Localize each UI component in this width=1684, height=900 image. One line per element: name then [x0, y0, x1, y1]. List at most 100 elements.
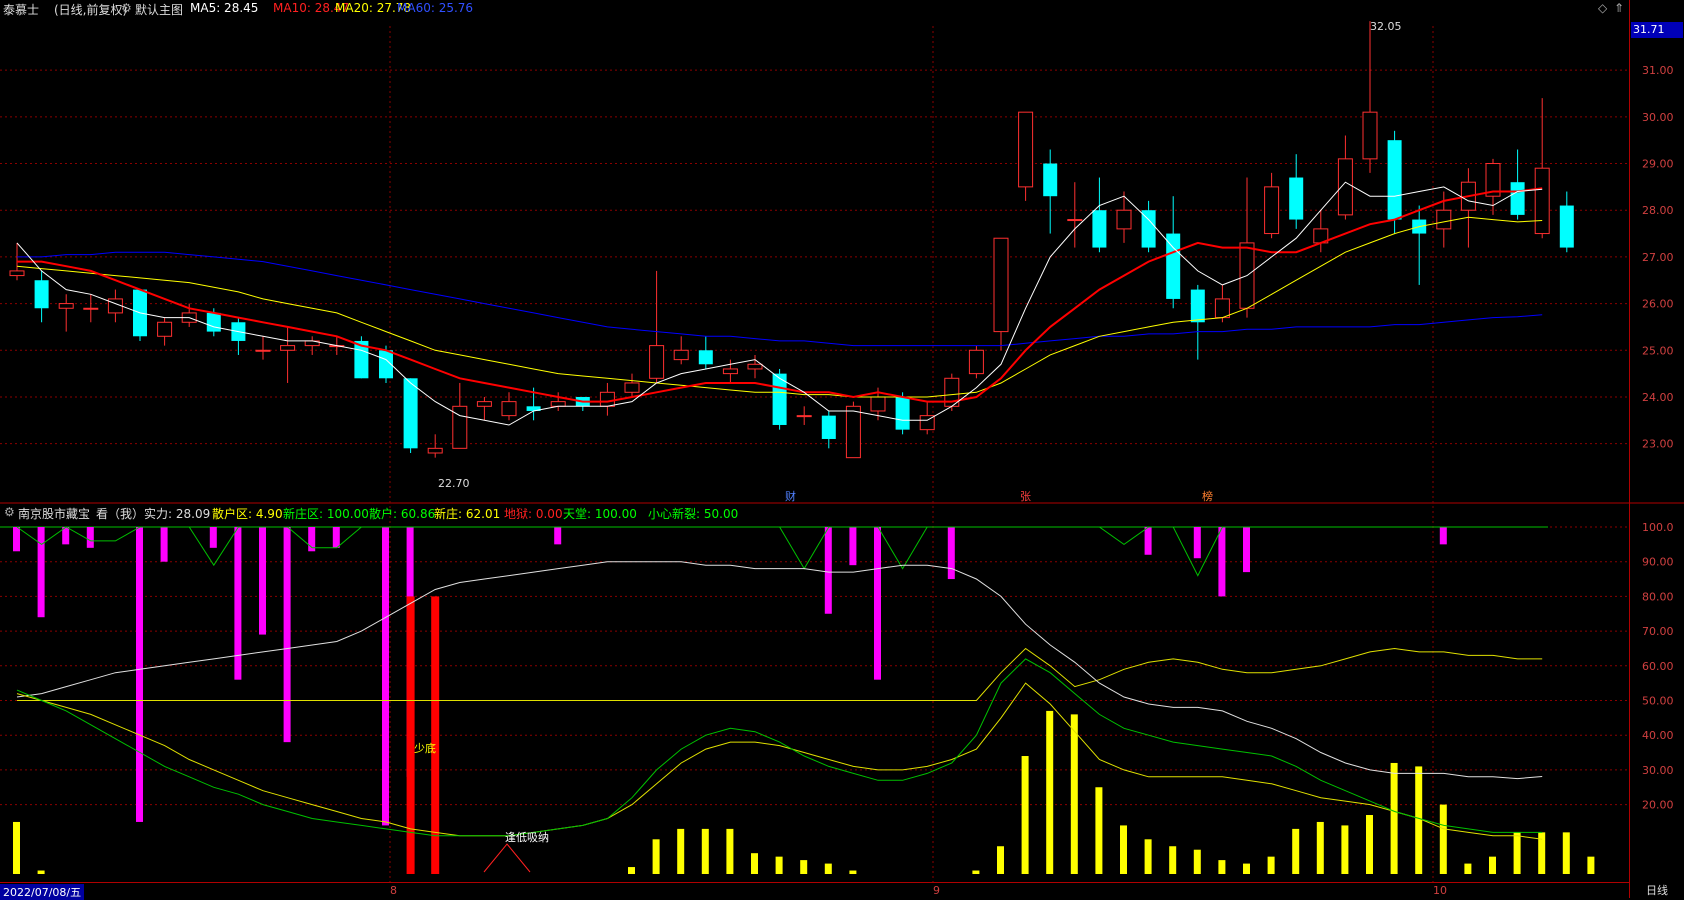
- yellow-bar: [1316, 821, 1324, 874]
- magenta-bar: [13, 527, 20, 552]
- candle-body-down: [1141, 210, 1156, 248]
- event-marker: 财: [785, 489, 796, 503]
- magenta-bar: [160, 527, 168, 562]
- indicator-view: 看（我）: [96, 507, 145, 521]
- candle-body-up: [1214, 298, 1230, 319]
- candle-body-up: [845, 405, 861, 459]
- candle-body-up: [1067, 219, 1083, 222]
- yellow-bar: [1193, 849, 1201, 874]
- candle-body-up: [9, 270, 25, 277]
- magenta-bar: [259, 527, 266, 635]
- hell-value: 地狱: 0.00: [504, 507, 563, 521]
- stock-name[interactable]: 泰慕士: [3, 1, 39, 18]
- yellow-bar: [1046, 710, 1054, 874]
- arrow-up-icon[interactable]: ⇑: [1614, 1, 1624, 15]
- candle-body-up: [501, 401, 517, 417]
- candle-body-up: [427, 447, 443, 454]
- yellow-bar: [751, 853, 758, 874]
- magenta-bar: [1439, 527, 1447, 545]
- candle-body-up: [599, 391, 615, 407]
- candle-body-up: [1436, 209, 1452, 230]
- yellow-bar: [726, 828, 734, 874]
- event-marker: 榜: [1202, 489, 1213, 503]
- ma60-label: MA60: 25.76: [397, 1, 474, 15]
- candle-body-up: [673, 349, 689, 361]
- candle-body-down: [1289, 177, 1304, 220]
- magenta-bar: [1218, 527, 1226, 597]
- gear-icon[interactable]: ⚙: [4, 505, 15, 519]
- candle-body-up: [1337, 158, 1353, 216]
- yellow-bar: [1587, 856, 1595, 874]
- yellow-bar: [1489, 856, 1496, 874]
- month-tick-10: 10: [1433, 884, 1447, 897]
- candle-body-up: [157, 321, 173, 337]
- main-chart-label[interactable]: 默认主图: [135, 1, 183, 18]
- triangle-marker: [483, 843, 531, 873]
- strength-value: 实力: 28.09: [144, 507, 211, 521]
- candle-body-up: [58, 303, 74, 309]
- annotation-absorb: 逢低吸纳: [505, 831, 549, 844]
- candle-body-up: [280, 345, 296, 351]
- yellow-bar: [1513, 832, 1521, 874]
- indicator-name[interactable]: 南京股市藏宝: [18, 505, 90, 522]
- candle-body-down: [1559, 205, 1574, 248]
- high-price-label: 32.05: [1370, 20, 1402, 33]
- candle-body-up: [796, 415, 812, 418]
- yellow-bar: [1366, 815, 1373, 874]
- yellow-bar: [824, 863, 832, 874]
- yellow-bar: [1218, 860, 1226, 874]
- yellow-bar: [1070, 714, 1078, 874]
- yellow-bar: [1439, 804, 1447, 874]
- indicator-header: ⚙ 南京股市藏宝 看（我） 实力: 28.09 散户区: 4.90 新庄区: 1…: [0, 504, 1684, 522]
- new-dealer-value: 新庄: 62.01: [434, 507, 501, 521]
- heaven-value: 天堂: 100.00: [563, 507, 637, 521]
- month-tick-8: 8: [390, 884, 397, 897]
- candle-body-up: [968, 349, 984, 375]
- magenta-bar: [947, 527, 955, 580]
- green-line: [16, 658, 1543, 837]
- yellow-flat-line: [17, 647, 1543, 701]
- yellow-bar: [1267, 856, 1275, 874]
- candle-body-down: [34, 280, 49, 309]
- price-axis: 31.71: [1629, 0, 1684, 898]
- candle-body-down: [206, 312, 221, 332]
- retail-zone-value: 散户区: 4.90: [212, 507, 283, 521]
- low-price-label: 22.70: [438, 477, 470, 490]
- yellow-bar: [997, 846, 1004, 874]
- yellow-bar: [1144, 839, 1152, 874]
- price-header: 泰慕士 (日线,前复权) ⚙ 默认主图 MA5: 28.45 MA10: 28.…: [0, 0, 1684, 18]
- candle-body-up: [993, 237, 1009, 333]
- candle-body-up: [649, 345, 665, 379]
- yellow-bar: [1243, 863, 1250, 874]
- yellow-bar: [701, 828, 709, 874]
- caution-break-value: 小心新裂: 50.00: [648, 507, 739, 521]
- candle-body-up: [870, 396, 886, 412]
- candle-body-up: [83, 307, 99, 310]
- ma5-label: MA5: 28.45: [190, 1, 259, 15]
- period-label[interactable]: 日线: [1630, 882, 1684, 898]
- magenta-bar: [1193, 527, 1201, 559]
- candle-body-up: [624, 382, 640, 393]
- candle-body-up: [1534, 167, 1550, 235]
- magenta-bar: [1243, 527, 1250, 573]
- candle-body-down: [895, 396, 910, 430]
- candle-body-down: [1166, 233, 1181, 299]
- diamond-icon[interactable]: ◇: [1598, 1, 1607, 15]
- candle-body-up: [550, 401, 566, 407]
- gear-icon[interactable]: ⚙: [121, 1, 132, 15]
- magenta-bar: [283, 527, 291, 743]
- candle-body-up: [1116, 209, 1132, 230]
- magenta-bar: [37, 527, 45, 618]
- yellow-bar: [1169, 846, 1177, 874]
- yellow-bar: [13, 821, 20, 874]
- candle-body-down: [698, 350, 713, 365]
- magenta-bar: [1144, 527, 1152, 555]
- ma60-line: [17, 251, 1543, 347]
- candle-body-down: [1190, 289, 1205, 323]
- yellow-line: [16, 682, 1543, 840]
- event-marker: 张: [1020, 490, 1031, 503]
- magenta-bar: [824, 527, 832, 614]
- magenta-bar: [86, 527, 94, 548]
- yellow-bar: [628, 867, 635, 874]
- retail-value: 散户: 60.86: [369, 507, 436, 521]
